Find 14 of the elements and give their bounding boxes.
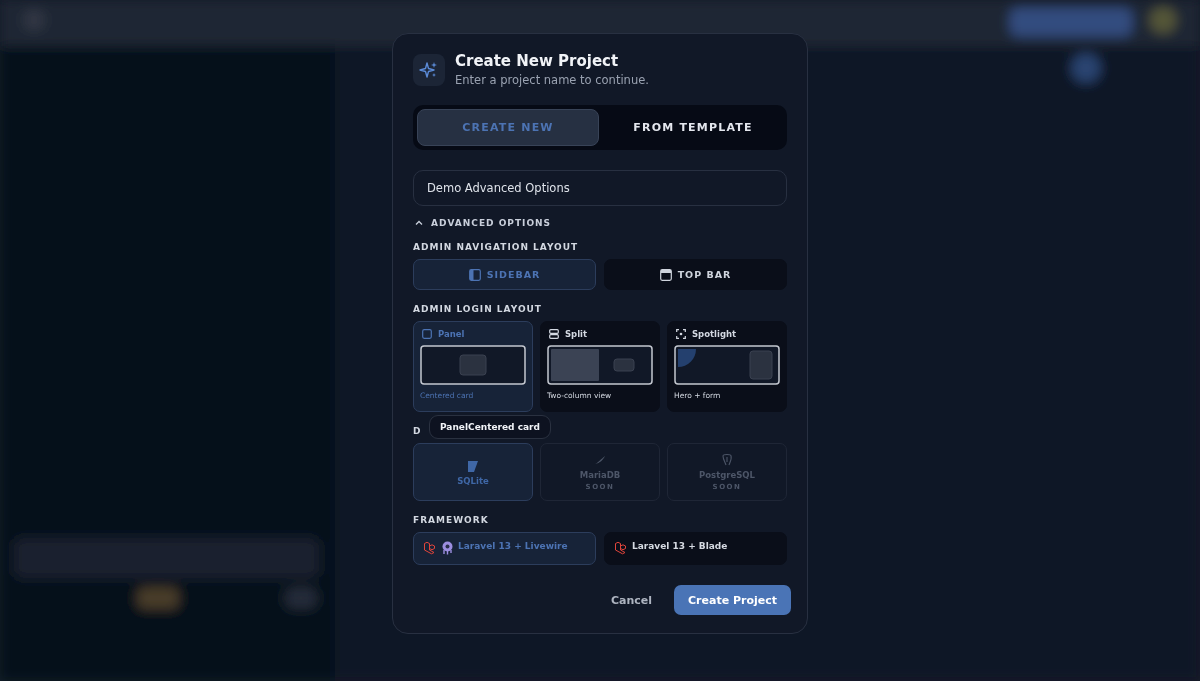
section-label: D	[413, 426, 422, 436]
framework-option[interactable]: Laravel 13 + Blade	[604, 532, 787, 565]
mode-tab[interactable]: FROM TEMPLATE	[603, 109, 783, 146]
dialog-subtitle: Enter a project name to continue.	[455, 73, 649, 87]
advanced-options-toggle[interactable]: ADVANCED OPTIONS	[413, 218, 787, 228]
project-name-field[interactable]: Demo Advanced Options	[413, 170, 787, 206]
section-label: ADMIN NAVIGATION LAYOUT	[413, 242, 580, 252]
dialog-title: Create New Project	[455, 52, 620, 70]
nav-layout-option[interactable]: TOP BAR	[604, 259, 787, 290]
cancel-button[interactable]: Cancel	[598, 585, 664, 615]
section-label: ADMIN LOGIN LAYOUT	[413, 304, 543, 314]
section-label: FRAMEWORK	[413, 515, 490, 525]
tooltip: PanelCentered card	[429, 415, 551, 439]
create-project-button[interactable]: Create Project	[674, 585, 791, 615]
